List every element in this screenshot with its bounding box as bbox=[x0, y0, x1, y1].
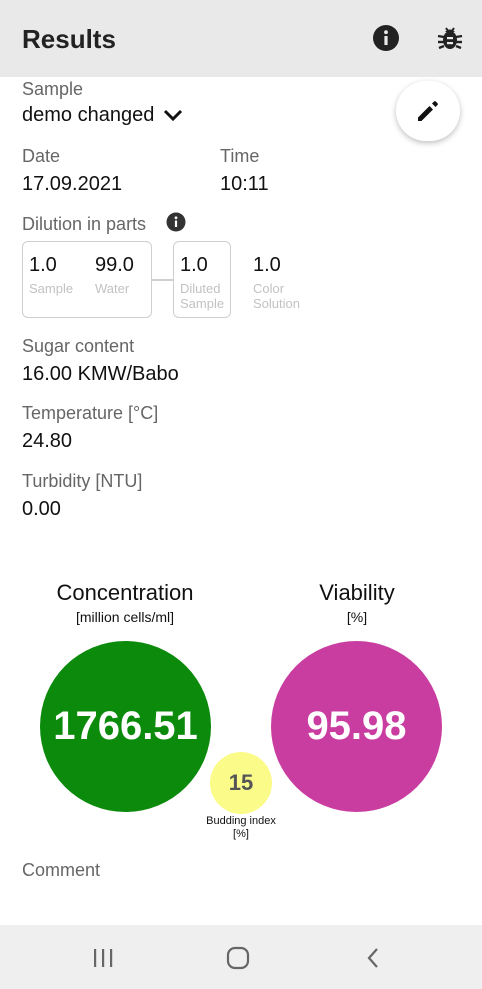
chevron-down-icon bbox=[164, 109, 183, 121]
concentration-unit: [million cells/ml] bbox=[75, 609, 174, 625]
budding-value: 15 bbox=[228, 770, 254, 795]
page-title: Results bbox=[22, 24, 116, 54]
dilution-sample-caption: Sample bbox=[29, 281, 74, 296]
concentration-title: Concentration bbox=[56, 580, 194, 605]
sugar-value: 16.00 KMW/Babo bbox=[22, 363, 179, 385]
pencil-icon bbox=[418, 101, 438, 121]
dilution-connector bbox=[151, 279, 174, 281]
edit-button[interactable] bbox=[396, 81, 460, 141]
dilution-info-icon[interactable] bbox=[166, 212, 186, 232]
date-value: 17.09.2021 bbox=[22, 173, 123, 195]
dilution-diluted-caption-1: Diluted bbox=[180, 281, 221, 296]
dilution-sample-value: 1.0 bbox=[29, 254, 57, 276]
app-bar: Results bbox=[0, 0, 482, 77]
viability-title: Viability bbox=[319, 580, 395, 605]
system-nav-bar bbox=[0, 925, 482, 989]
viability-circle: 95.98 bbox=[271, 641, 442, 812]
back-icon[interactable] bbox=[358, 943, 388, 973]
budding-label-line1: Budding index bbox=[206, 815, 276, 827]
dilution-color-caption-1: Color bbox=[253, 281, 285, 296]
temperature-label: Temperature [°C] bbox=[22, 403, 159, 423]
viability-value: 95.98 bbox=[306, 704, 407, 748]
sugar-label: Sugar content bbox=[22, 336, 135, 356]
bug-icon[interactable] bbox=[436, 24, 464, 52]
budding-label-line2: [%] bbox=[233, 828, 249, 840]
recents-icon[interactable] bbox=[88, 943, 118, 973]
dilution-water-caption: Water bbox=[95, 281, 130, 296]
time-label: Time bbox=[220, 146, 260, 166]
comment-label: Comment bbox=[22, 860, 101, 880]
viability-unit: [%] bbox=[346, 609, 368, 625]
turbidity-label: Turbidity [NTU] bbox=[22, 471, 143, 491]
sample-label: Sample bbox=[22, 79, 84, 99]
dilution-diluted-caption-2: Sample bbox=[180, 296, 225, 311]
concentration-value: 1766.51 bbox=[53, 704, 198, 748]
home-icon[interactable] bbox=[223, 943, 253, 973]
date-label: Date bbox=[22, 146, 61, 166]
turbidity-value: 0.00 bbox=[22, 498, 61, 520]
dilution-color-caption-2: Solution bbox=[253, 296, 300, 311]
sample-value: demo changed bbox=[22, 104, 155, 126]
sample-dropdown[interactable]: demo changed bbox=[22, 104, 184, 127]
dilution-color-value: 1.0 bbox=[253, 254, 281, 276]
dilution-diluted-value: 1.0 bbox=[180, 254, 208, 276]
dilution-water-value: 99.0 bbox=[95, 254, 134, 276]
concentration-circle: 1766.51 bbox=[40, 641, 211, 812]
budding-circle: 15 bbox=[210, 752, 272, 814]
budding-label: Budding index [%] bbox=[190, 815, 292, 841]
dilution-label: Dilution in parts bbox=[22, 214, 147, 234]
dilution-sample-water-box[interactable] bbox=[22, 241, 152, 318]
temperature-value: 24.80 bbox=[22, 430, 73, 452]
time-value: 10:11 bbox=[220, 173, 269, 195]
info-icon[interactable] bbox=[372, 24, 400, 52]
